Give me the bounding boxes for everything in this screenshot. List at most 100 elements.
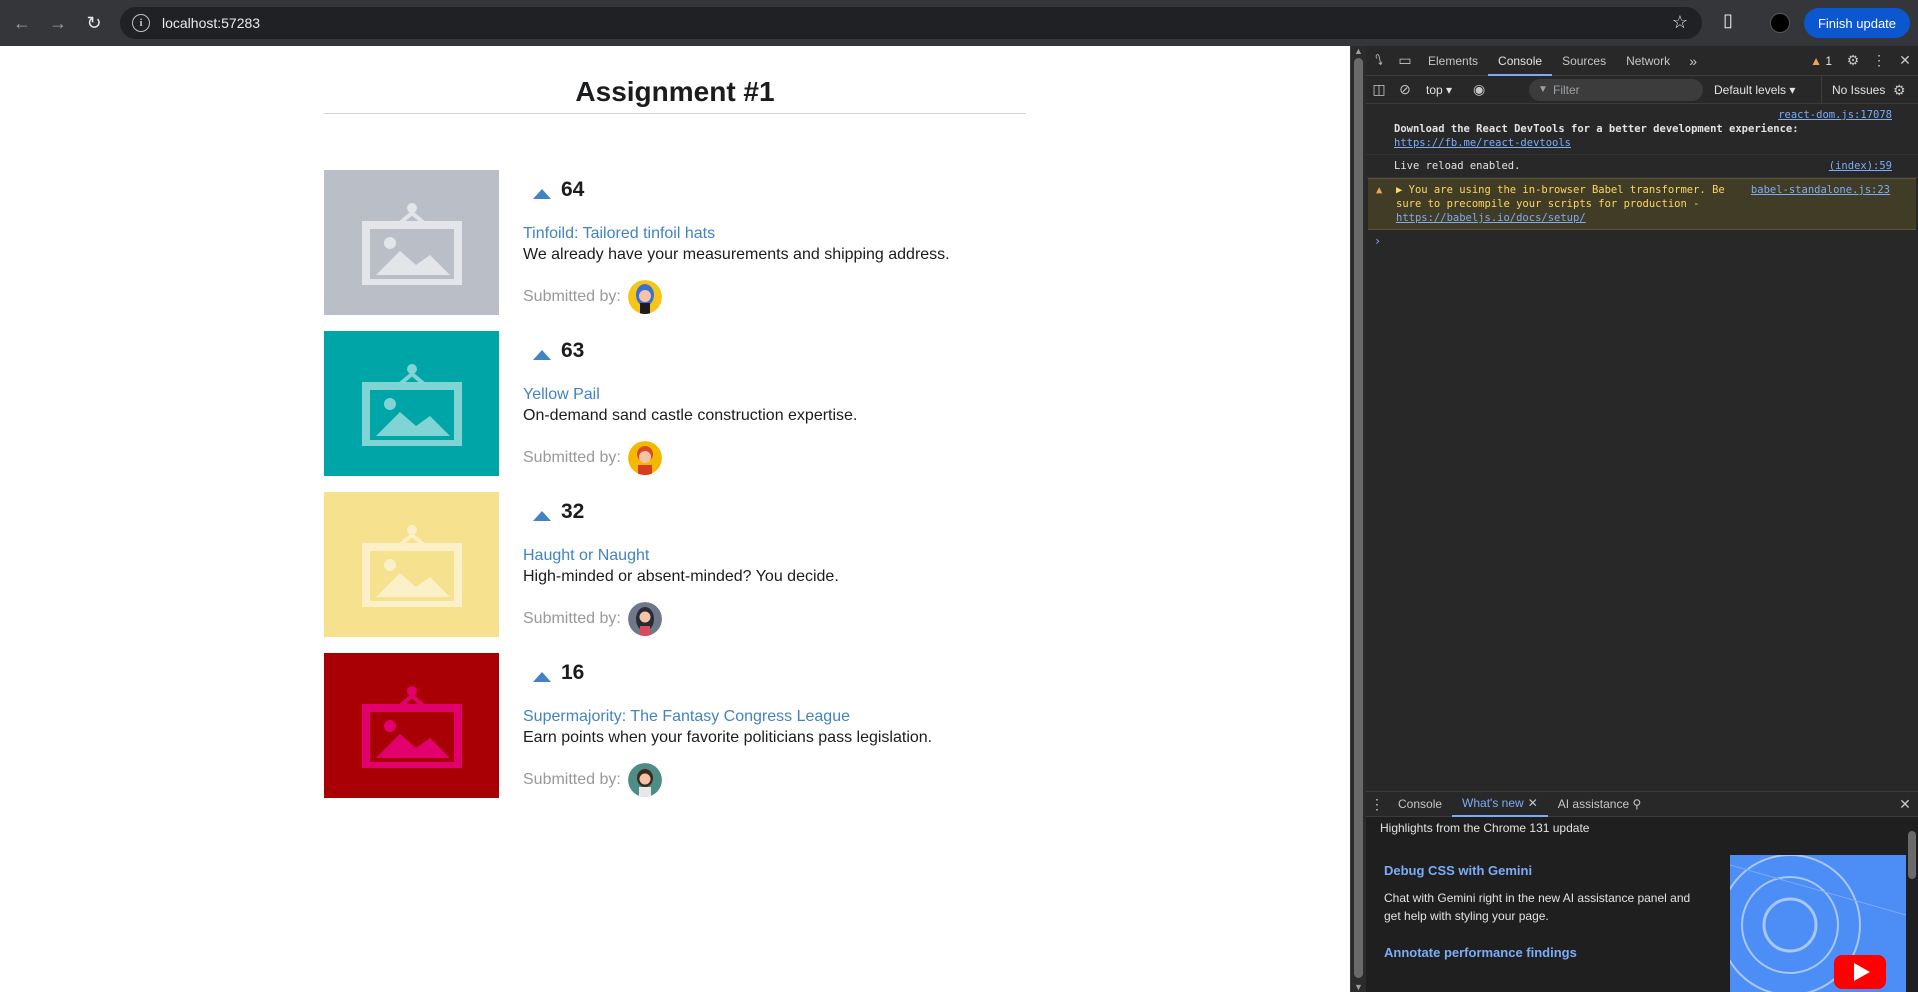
- message-text: ▶ You are using the in-browser Babel tra…: [1396, 184, 1725, 210]
- finish-update-button[interactable]: Finish update: [1804, 8, 1910, 38]
- message-source-link[interactable]: babel-standalone.js:23: [1751, 183, 1890, 197]
- image-placeholder-icon: [361, 363, 462, 446]
- drawer-menu-icon[interactable]: ⋮: [1366, 789, 1388, 819]
- video-thumbnail[interactable]: [1730, 855, 1906, 992]
- device-toolbar-icon[interactable]: ▭: [1392, 46, 1418, 76]
- console-settings-icon[interactable]: ⚙: [1893, 76, 1906, 104]
- tab-elements[interactable]: Elements: [1418, 46, 1488, 76]
- close-tab-icon[interactable]: ✕: [1528, 796, 1538, 810]
- settings-gear-icon[interactable]: ⚙: [1840, 46, 1866, 76]
- product-title-link[interactable]: Haught or Naught: [523, 546, 1026, 566]
- eye-icon[interactable]: ◉: [1466, 75, 1492, 105]
- submitted-by-label: Submitted by:: [523, 771, 621, 788]
- tab-sources[interactable]: Sources: [1552, 46, 1616, 76]
- devtools-tabbar: ⭛ ▭ Elements Console Sources Network » ▲…: [1366, 46, 1918, 76]
- product-description: We already have your measurements and sh…: [523, 246, 950, 263]
- issues-button[interactable]: No Issues: [1821, 76, 1885, 104]
- back-arrow-icon[interactable]: ←: [4, 5, 40, 41]
- page-viewport: Assignment #1 64 Tinfoild: Tailored tinf…: [0, 46, 1350, 992]
- context-value: top: [1426, 82, 1443, 97]
- product-list: 64 Tinfoild: Tailored tinfoil hats We al…: [324, 170, 1026, 798]
- flask-icon: ⚲: [1632, 797, 1642, 811]
- upvote-caret-icon[interactable]: [533, 189, 551, 199]
- feature-title-link[interactable]: Debug CSS with Gemini: [1384, 863, 1532, 878]
- tab-network[interactable]: Network: [1616, 46, 1680, 76]
- product-item: 16 Supermajority: The Fantasy Congress L…: [324, 653, 1026, 798]
- upvote-caret-icon[interactable]: [533, 672, 551, 682]
- message-link[interactable]: https://fb.me/react-devtools: [1394, 137, 1571, 149]
- product-image: [324, 170, 499, 315]
- log-levels-dropdown[interactable]: Default levels ▾: [1714, 76, 1795, 104]
- scroll-down-icon[interactable]: ▼: [1354, 982, 1363, 992]
- message-source-link[interactable]: react-dom.js:17078: [1778, 108, 1892, 122]
- close-devtools-icon[interactable]: ✕: [1892, 46, 1918, 76]
- drawer-tab-ai-assistance[interactable]: AI assistance ⚲: [1548, 792, 1652, 816]
- woman-teal-background-avatar: [627, 763, 662, 797]
- image-placeholder-icon: [361, 202, 462, 285]
- vote-row: 32: [523, 494, 1026, 530]
- message-text: Download the React DevTools for a better…: [1394, 123, 1799, 135]
- drawer-scrollbar-thumb[interactable]: [1908, 831, 1916, 879]
- console-message: (index):59 Live reload enabled.: [1366, 155, 1918, 178]
- reload-icon[interactable]: ↻: [76, 5, 112, 41]
- upvote-caret-icon[interactable]: [533, 350, 551, 360]
- drawer-tab-whats-new[interactable]: What's new ✕: [1452, 791, 1548, 817]
- more-tabs-icon[interactable]: »: [1680, 46, 1706, 76]
- context-select[interactable]: top ▾: [1418, 83, 1460, 97]
- sidebar-toggle-icon[interactable]: ◫: [1366, 75, 1392, 105]
- drawer-tab-label: What's new: [1462, 796, 1524, 810]
- submitted-by-label: Submitted by:: [523, 610, 621, 627]
- console-output: react-dom.js:17078 Download the React De…: [1366, 104, 1918, 636]
- scrollbar-thumb[interactable]: [1354, 58, 1363, 978]
- submitted-by-label: Submitted by:: [523, 288, 621, 305]
- drawer-scrollbar[interactable]: [1906, 817, 1918, 992]
- profile-avatar[interactable]: [1770, 13, 1790, 33]
- image-placeholder-icon: [361, 685, 462, 768]
- target-graphic-icon: [1730, 855, 1906, 992]
- upvote-caret-icon[interactable]: [533, 511, 551, 521]
- product-title-link[interactable]: Tinfoild: Tailored tinfoil hats: [523, 224, 1026, 244]
- woman-blue-hair-avatar: [627, 280, 662, 314]
- page-title: Assignment #1: [324, 46, 1026, 114]
- feature-description: Chat with Gemini right in the new AI ass…: [1384, 891, 1691, 923]
- man-red-hair-avatar: [627, 441, 662, 475]
- warning-counter[interactable]: ▲ 1: [1810, 54, 1832, 68]
- product-title-link[interactable]: Supermajority: The Fantasy Congress Leag…: [523, 707, 1026, 727]
- filter-input[interactable]: ▼ Filter: [1529, 79, 1703, 101]
- product-item: 64 Tinfoild: Tailored tinfoil hats We al…: [324, 170, 1026, 315]
- drawer-tab-console[interactable]: Console: [1388, 792, 1452, 816]
- submitted-by: Submitted by:: [523, 280, 1026, 314]
- forward-arrow-icon[interactable]: →: [40, 5, 76, 41]
- site-info-icon[interactable]: i: [132, 14, 150, 32]
- bookmark-star-icon[interactable]: ☆: [1672, 12, 1688, 33]
- console-warning-message: ▲ babel-standalone.js:23 ▶ You are using…: [1368, 178, 1916, 230]
- close-drawer-icon[interactable]: ✕: [1892, 789, 1918, 819]
- scroll-up-icon[interactable]: ▲: [1354, 46, 1363, 56]
- browser-toolbar: ← → ↻ i localhost:57283 ☆ ▯ Finish updat…: [0, 0, 1918, 46]
- clear-console-icon[interactable]: ⊘: [1392, 75, 1418, 105]
- kebab-menu-icon[interactable]: ⋮: [1866, 46, 1892, 76]
- product-title-link[interactable]: Yellow Pail: [523, 385, 1026, 405]
- feature-title-link[interactable]: Annotate performance findings: [1384, 945, 1577, 960]
- console-toolbar: ◫ ⊘ top ▾ ◉ ▼ Filter Default levels ▾ No …: [1366, 76, 1918, 104]
- extensions-icon[interactable]: ▯: [1716, 10, 1740, 34]
- product-image: [324, 492, 499, 637]
- address-bar[interactable]: i localhost:57283 ☆: [120, 7, 1702, 39]
- vote-count: 63: [561, 339, 585, 362]
- console-prompt[interactable]: ›: [1366, 230, 1918, 252]
- drawer-tab-label: AI assistance: [1557, 797, 1630, 811]
- product-content: 32 Haught or Naught High-minded or absen…: [523, 492, 1026, 636]
- page-scrollbar[interactable]: ▲ ▼: [1350, 46, 1366, 992]
- inspect-element-icon[interactable]: ⭛: [1366, 46, 1392, 76]
- product-item: 63 Yellow Pail On-demand sand castle con…: [324, 331, 1026, 476]
- funnel-icon: ▼: [1538, 84, 1548, 95]
- main-container: Assignment #1 64 Tinfoild: Tailored tinf…: [324, 46, 1026, 814]
- vote-row: 16: [523, 655, 1026, 691]
- url-text: localhost:57283: [162, 15, 261, 31]
- tab-console[interactable]: Console: [1488, 46, 1553, 76]
- vote-count: 64: [561, 178, 585, 201]
- whats-new-panel: Highlights from the Chrome 131 update De…: [1366, 817, 1918, 992]
- message-link[interactable]: https://babeljs.io/docs/setup/: [1396, 212, 1586, 224]
- message-source-link[interactable]: (index):59: [1829, 159, 1892, 173]
- warning-icon: ▲: [1376, 184, 1383, 196]
